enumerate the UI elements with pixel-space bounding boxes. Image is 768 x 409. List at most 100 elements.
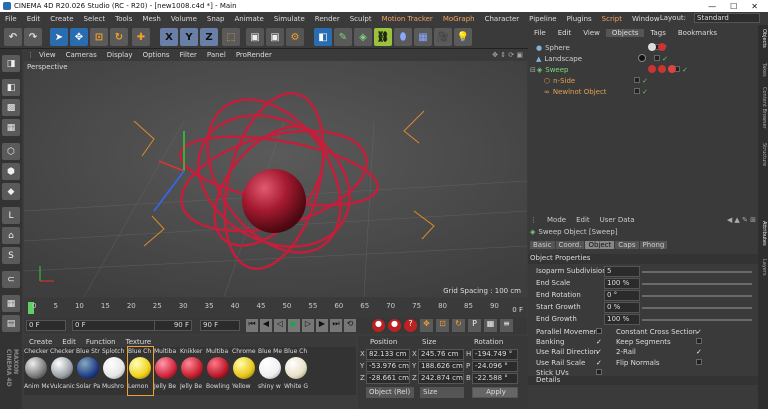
next-frame-icon[interactable]: ▷ — [302, 319, 314, 332]
position-y-field[interactable]: -53.976 cm — [366, 361, 410, 372]
object-row[interactable]: ● Sphere ✓ — [528, 42, 758, 53]
apply-button[interactable]: Apply — [472, 387, 518, 398]
om-menu-tags[interactable]: Tags — [644, 29, 672, 37]
select-arrow-icon[interactable]: ➤ — [50, 28, 68, 46]
texture-mode-icon[interactable]: ▩ — [2, 99, 20, 116]
position-z-field[interactable]: -28.661 cm — [366, 373, 410, 384]
object-row[interactable]: ⬡ n-Side ✓ — [528, 75, 758, 86]
material-tag-icon[interactable] — [648, 65, 656, 73]
om-menu-bookmarks[interactable]: Bookmarks — [672, 29, 723, 37]
end-rotation-field[interactable]: 0 ° — [604, 290, 640, 301]
size-mode-dropdown[interactable]: Size — [420, 387, 464, 398]
autokey-icon[interactable]: ● — [388, 319, 401, 332]
vp-menu-filter[interactable]: Filter — [175, 51, 202, 59]
cube-icon[interactable]: ◧ — [314, 28, 332, 46]
material-swatch[interactable]: Blue Ch White G — [284, 347, 309, 395]
checkbox-icon[interactable]: ✓ — [596, 347, 602, 357]
render-view-icon[interactable]: ▣ — [246, 28, 264, 46]
pen-icon[interactable]: ✎ — [334, 28, 352, 46]
checkbox-icon[interactable]: ✓ — [596, 337, 602, 347]
render-settings-icon[interactable]: ⚙ — [286, 28, 304, 46]
check-row[interactable]: Keep Segments — [616, 337, 697, 347]
coord-system-icon[interactable]: ⬚ — [222, 28, 240, 46]
object-flags[interactable]: ✓ — [633, 87, 758, 96]
menu-character[interactable]: Character — [480, 15, 525, 23]
vp-menu-prorender[interactable]: ProRender — [231, 51, 277, 59]
material-swatch[interactable]: Chrome Yellow — [232, 347, 257, 395]
material-swatch[interactable]: Splotch Mushro — [102, 347, 127, 395]
side-tab-layers[interactable]: Layers — [759, 259, 767, 276]
property-sliders[interactable] — [642, 267, 752, 325]
material-swatch[interactable]: Blue Me shiny w — [258, 347, 283, 395]
menu-mesh[interactable]: Mesh — [137, 15, 165, 23]
rotation-b-field[interactable]: -22.588 ° — [472, 373, 518, 384]
x-axis-icon[interactable]: X — [160, 28, 178, 46]
workplane-lock-icon[interactable]: ▦ — [2, 295, 20, 312]
tab-phong[interactable]: Phong — [639, 241, 668, 249]
key-scale-icon[interactable]: ⊡ — [436, 319, 449, 332]
material-swatch[interactable]: Multiba Bowling — [206, 347, 231, 395]
menu-create[interactable]: Create — [45, 15, 78, 23]
viewport-nav-icons[interactable]: ✥ ⇕ ⟳ ▣ — [487, 51, 528, 59]
prev-key-icon[interactable]: ◀ — [260, 319, 272, 332]
live-selection-icon[interactable]: ✚ — [132, 28, 150, 46]
scale-icon[interactable]: ⊡ — [90, 28, 108, 46]
menu-tools[interactable]: Tools — [110, 15, 137, 23]
size-y-field[interactable]: 188.626 cm — [418, 361, 464, 372]
material-swatch[interactable]: Blue Str Solar Pa — [76, 347, 101, 395]
viewport-options-icon[interactable]: ⋮ — [22, 51, 34, 59]
coord-mode-dropdown[interactable]: Object (Rel) — [366, 387, 414, 398]
object-flags[interactable]: ✓ — [673, 65, 758, 74]
goto-start-icon[interactable]: ⏮ — [246, 319, 258, 332]
record-icon[interactable]: ● — [372, 319, 385, 332]
layout-dropdown[interactable]: Standard — [694, 13, 760, 23]
key-rotation-icon[interactable]: ↻ — [452, 319, 465, 332]
tab-basic[interactable]: Basic — [530, 241, 555, 249]
om-menu-view[interactable]: View — [577, 29, 606, 37]
subdivision-icon[interactable]: ◈ — [354, 28, 372, 46]
prev-frame-icon[interactable]: ◁ — [274, 319, 286, 332]
polygons-mode-icon[interactable]: ◆ — [2, 183, 20, 200]
end-growth-field[interactable]: 100 % — [604, 314, 640, 325]
model-mode-icon[interactable]: ◧ — [2, 79, 20, 96]
tab-caps[interactable]: Caps — [615, 241, 639, 249]
checkbox-icon[interactable] — [696, 358, 702, 368]
loop-icon[interactable]: ⟲ — [344, 319, 356, 332]
checkbox-icon[interactable]: ✓ — [596, 358, 602, 368]
material-swatch[interactable]: Checker Vulcanic — [50, 347, 75, 395]
side-tab-attributes[interactable]: Attributes — [759, 221, 767, 246]
check-row[interactable]: Use Rail Scale — [536, 358, 601, 368]
menu-motion-tracker[interactable]: Motion Tracker — [377, 15, 438, 23]
material-tag-icon[interactable] — [638, 54, 646, 62]
menu-mograph[interactable]: MoGraph — [438, 15, 480, 23]
quantize-icon[interactable]: ▤ — [2, 315, 20, 332]
check-row[interactable]: Parallel Movement — [536, 327, 601, 337]
object-row[interactable]: ∞ Newlnot Object ✓ — [528, 86, 758, 97]
undo-icon[interactable]: ↶ — [4, 28, 22, 46]
side-tab-content-browser[interactable]: Content Browser — [759, 87, 767, 129]
menu-plugins[interactable]: Plugins — [562, 15, 597, 23]
object-flags[interactable]: ✓ — [653, 43, 758, 52]
goto-end-icon[interactable]: ⏭ — [330, 319, 342, 332]
preview-end-field[interactable]: 90 F — [154, 320, 192, 331]
tab-object[interactable]: Object — [585, 241, 615, 249]
play-icon[interactable]: ▶ — [288, 319, 300, 332]
menu-simulate[interactable]: Simulate — [269, 15, 310, 23]
key-pla-icon[interactable]: ▦ — [484, 319, 497, 332]
material-tag-icon[interactable] — [668, 65, 676, 73]
menu-sculpt[interactable]: Sculpt — [345, 15, 377, 23]
attr-menu-userdata[interactable]: User Data — [600, 216, 635, 224]
material-swatch[interactable]: Checker Anim Me — [24, 347, 49, 395]
redo-icon[interactable]: ↷ — [24, 28, 42, 46]
check-row[interactable]: Banking — [536, 337, 601, 347]
object-flags[interactable]: ✓ — [653, 54, 758, 63]
rotation-p-field[interactable]: -24.096 ° — [472, 361, 518, 372]
z-axis-icon[interactable]: Z — [200, 28, 218, 46]
om-menu-objects[interactable]: Objects — [605, 29, 645, 37]
solo-icon[interactable]: S — [2, 247, 20, 264]
size-x-field[interactable]: 245.76 cm — [418, 349, 464, 360]
om-menu-edit[interactable]: Edit — [552, 29, 578, 37]
side-tab-structure[interactable]: Structure — [759, 143, 767, 166]
attr-options-icon[interactable]: ⋮ — [530, 216, 537, 224]
minimize-button[interactable]: — — [708, 2, 716, 11]
